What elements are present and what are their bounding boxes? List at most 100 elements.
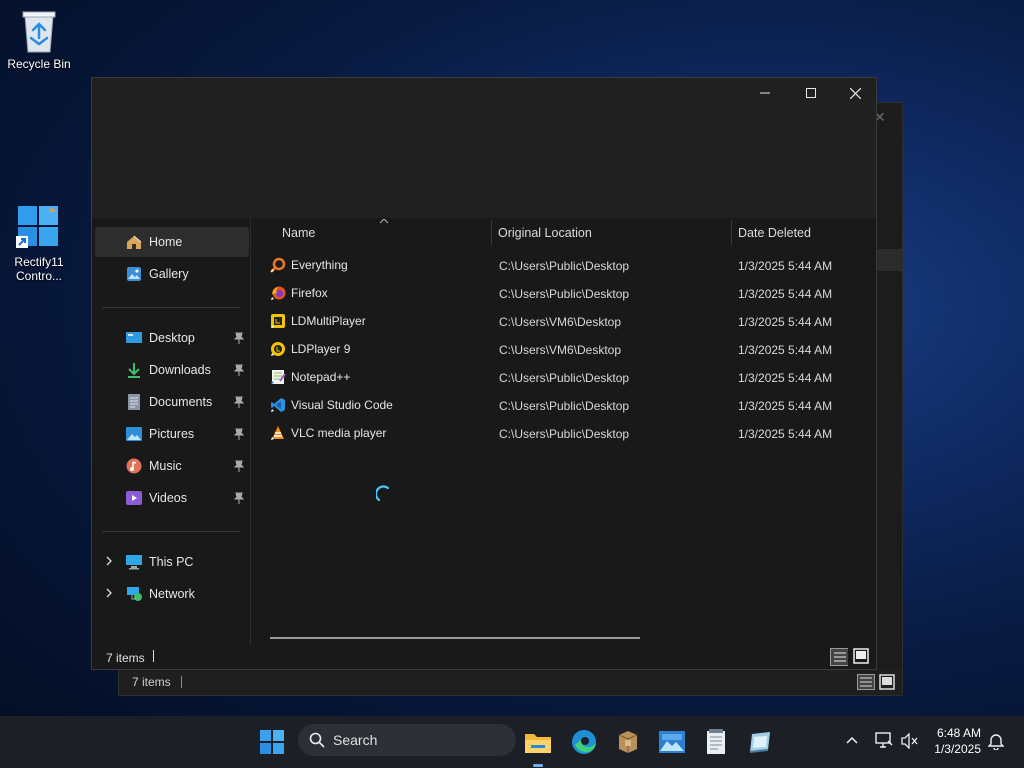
sidebar-item-this-pc[interactable]: This PC: [95, 547, 249, 577]
pin-icon[interactable]: [233, 332, 245, 344]
date-deleted: 1/3/2025 5:44 AM: [738, 399, 833, 413]
details-view-icon[interactable]: [830, 648, 848, 666]
chevron-right-icon[interactable]: [105, 556, 113, 566]
sidebar-item-network[interactable]: Network: [95, 579, 249, 609]
item-count: 7 items: [106, 651, 145, 665]
active-app-indicator: [533, 764, 543, 767]
table-row[interactable]: LDPlayer 9 C:\Users\VM6\Desktop 1/3/2025…: [251, 335, 876, 363]
system-clock[interactable]: 6:48 AM 1/3/2025: [925, 725, 981, 757]
tiles-view-icon[interactable]: [879, 674, 895, 690]
original-location: C:\Users\Public\Desktop: [499, 259, 630, 273]
download-icon: [125, 361, 143, 379]
taskbar-app-edge[interactable]: [568, 726, 600, 758]
gallery-icon: [125, 265, 143, 283]
desktop-icon-label: Recycle Bin: [7, 57, 71, 71]
desktop-icon-rectify11[interactable]: Rectify11 Contro...: [1, 204, 77, 283]
details-view-icon[interactable]: [857, 674, 875, 690]
close-icon: [849, 87, 861, 99]
original-location: C:\Users\Public\Desktop: [499, 399, 630, 413]
original-location: C:\Users\VM6\Desktop: [499, 343, 622, 357]
notepad-plus-plus-icon: [271, 370, 286, 384]
desktop-icon-recycle-bin[interactable]: Recycle Bin: [1, 8, 77, 71]
minimize-icon: [760, 92, 770, 94]
music-icon: [125, 457, 143, 475]
sidebar-item-music[interactable]: Music: [95, 451, 249, 481]
pin-icon[interactable]: [233, 364, 245, 376]
sidebar-item-label: Network: [149, 587, 195, 601]
file-list: Name Original Location Date Deleted Ever…: [251, 218, 876, 646]
column-divider[interactable]: [491, 221, 492, 245]
column-label: Original Location: [498, 226, 592, 240]
sidebar-item-pictures[interactable]: Pictures: [95, 419, 249, 449]
close-button[interactable]: [832, 78, 876, 108]
chevron-right-icon[interactable]: [105, 588, 113, 598]
date-deleted: 1/3/2025 5:44 AM: [738, 287, 833, 301]
pin-icon[interactable]: [233, 428, 245, 440]
package-icon: [618, 731, 638, 753]
column-label: Name: [282, 226, 316, 240]
pin-icon[interactable]: [233, 460, 245, 472]
table-row[interactable]: Notepad++ C:\Users\Public\Desktop 1/3/20…: [251, 363, 876, 391]
sidebar-item-documents[interactable]: Documents: [95, 387, 249, 417]
start-button[interactable]: [256, 726, 288, 758]
sidebar-item-label: Gallery: [149, 267, 189, 281]
recycle-bin-window[interactable]: Home Gallery Desktop Downloads Documents…: [91, 77, 877, 670]
table-row[interactable]: Firefox C:\Users\Public\Desktop 1/3/2025…: [251, 279, 876, 307]
taskbar: Search 6:48 AM 1/3/2025: [0, 716, 1024, 768]
pictures-icon: [125, 425, 143, 443]
taskbar-app-package[interactable]: [612, 726, 644, 758]
date-deleted: 1/3/2025 5:44 AM: [738, 427, 833, 441]
original-location: C:\Users\VM6\Desktop: [499, 315, 622, 329]
sidebar-item-gallery[interactable]: Gallery: [95, 259, 249, 289]
table-row[interactable]: LDMultiPlayer C:\Users\VM6\Desktop 1/3/2…: [251, 307, 876, 335]
file-name: Notepad++: [291, 370, 351, 384]
pin-icon[interactable]: [233, 492, 245, 504]
column-header-date-deleted[interactable]: Date Deleted: [738, 218, 868, 248]
column-header-original-location[interactable]: Original Location: [498, 218, 731, 248]
network-icon: [125, 585, 143, 603]
column-divider[interactable]: [731, 221, 732, 245]
horizontal-scrollbar[interactable]: [270, 637, 640, 639]
sidebar-item-downloads[interactable]: Downloads: [95, 355, 249, 385]
original-location: C:\Users\Public\Desktop: [499, 287, 630, 301]
table-row[interactable]: Visual Studio Code C:\Users\Public\Deskt…: [251, 391, 876, 419]
loading-spinner-icon: [376, 485, 390, 502]
sidebar-item-home[interactable]: Home: [95, 227, 249, 257]
file-name: Everything: [291, 258, 348, 272]
sidebar-item-label: Videos: [149, 491, 187, 505]
navigation-pane: Home Gallery Desktop Downloads Documents…: [92, 218, 251, 646]
home-icon: [125, 233, 143, 251]
chevron-up-icon[interactable]: [846, 736, 858, 744]
sidebar-item-desktop[interactable]: Desktop: [95, 323, 249, 353]
photos-icon: [659, 731, 685, 753]
monitor-network-icon[interactable]: [875, 732, 893, 748]
divider: [102, 307, 240, 308]
status-bar: 7 items: [119, 669, 902, 695]
sidebar-item-label: Music: [149, 459, 182, 473]
notification-bell-icon[interactable]: [988, 732, 1004, 750]
table-row[interactable]: VLC media player C:\Users\Public\Desktop…: [251, 419, 876, 447]
sidebar-item-label: Documents: [149, 395, 213, 409]
tiles-view-icon[interactable]: [853, 648, 871, 666]
taskbar-app-notepad[interactable]: [700, 726, 732, 758]
search-icon: [309, 732, 325, 748]
desktop-folder-icon: [125, 329, 143, 347]
table-row[interactable]: Everything C:\Users\Public\Desktop 1/3/2…: [251, 251, 876, 279]
minimize-button[interactable]: [742, 78, 788, 108]
volume-muted-icon[interactable]: [901, 733, 919, 749]
documents-icon: [125, 393, 143, 411]
sidebar-item-label: Downloads: [149, 363, 211, 377]
edge-icon: [572, 730, 596, 754]
maximize-button[interactable]: [788, 78, 834, 108]
sidebar-item-videos[interactable]: Videos: [95, 483, 249, 513]
maximize-icon: [806, 88, 816, 98]
search-box[interactable]: Search: [298, 724, 516, 756]
taskbar-app-file-explorer[interactable]: [522, 726, 554, 758]
this-pc-icon: [125, 553, 143, 571]
column-header-name[interactable]: Name: [282, 218, 491, 248]
pin-icon[interactable]: [233, 396, 245, 408]
taskbar-app-installer[interactable]: [744, 726, 776, 758]
item-count: 7 items: [132, 675, 171, 689]
desktop-icon-label: Rectify11 Contro...: [14, 255, 64, 283]
taskbar-app-photos[interactable]: [656, 726, 688, 758]
